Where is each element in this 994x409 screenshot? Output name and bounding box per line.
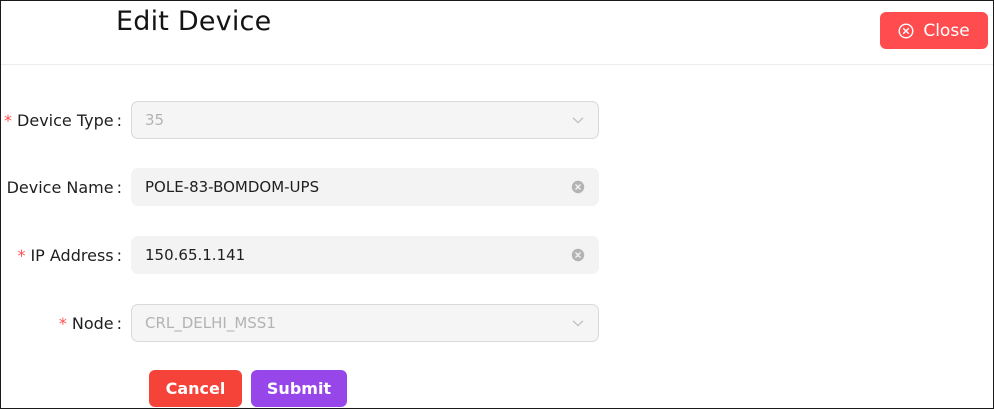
label-colon: : [116, 313, 122, 333]
clear-icon[interactable] [571, 180, 585, 194]
node-value: CRL_DELHI_MSS1 [145, 314, 276, 332]
device-type-label: * Device Type: [4, 101, 122, 139]
ip-address-label-text: IP Address [30, 245, 114, 265]
cancel-button[interactable]: Cancel [149, 370, 242, 407]
required-mark: * [58, 313, 67, 333]
form-row-ip-address: * IP Address: 150.65.1.141 [1, 236, 993, 274]
device-type-select[interactable]: 35 [131, 101, 599, 139]
form-row-device-name: Device Name: POLE-83-BOMDOM-UPS [1, 168, 993, 206]
device-type-label-text: Device Type [17, 110, 114, 130]
ip-address-input[interactable]: 150.65.1.141 [131, 236, 599, 274]
close-button[interactable]: Close [880, 12, 988, 49]
modal-header: Edit Device Close [1, 1, 993, 65]
close-button-label: Close [923, 20, 970, 41]
device-name-value: POLE-83-BOMDOM-UPS [145, 178, 320, 196]
node-select[interactable]: CRL_DELHI_MSS1 [131, 304, 599, 342]
label-colon: : [116, 110, 122, 130]
required-mark: * [17, 245, 26, 265]
label-colon: : [116, 177, 122, 197]
required-mark: * [4, 110, 13, 130]
label-colon: : [116, 245, 122, 265]
edit-device-modal: Edit Device Close * Device Type: 35 Devi [0, 0, 994, 409]
node-label: * Node: [59, 304, 122, 342]
form-row-node: * Node: CRL_DELHI_MSS1 [1, 304, 993, 342]
node-label-text: Node [71, 313, 114, 333]
chevron-down-icon [572, 117, 584, 124]
ip-address-value: 150.65.1.141 [145, 246, 246, 264]
device-name-label-text: Device Name [6, 177, 114, 197]
clear-icon[interactable] [571, 248, 585, 262]
ip-address-label: * IP Address: [17, 236, 122, 274]
device-name-label: Device Name: [7, 168, 122, 206]
submit-button[interactable]: Submit [251, 370, 347, 407]
chevron-down-icon [572, 320, 584, 327]
form-row-device-type: * Device Type: 35 [1, 101, 993, 139]
close-circle-icon [898, 22, 914, 39]
page-title: Edit Device [116, 6, 272, 37]
device-name-input[interactable]: POLE-83-BOMDOM-UPS [131, 168, 599, 206]
device-type-value: 35 [145, 111, 165, 129]
